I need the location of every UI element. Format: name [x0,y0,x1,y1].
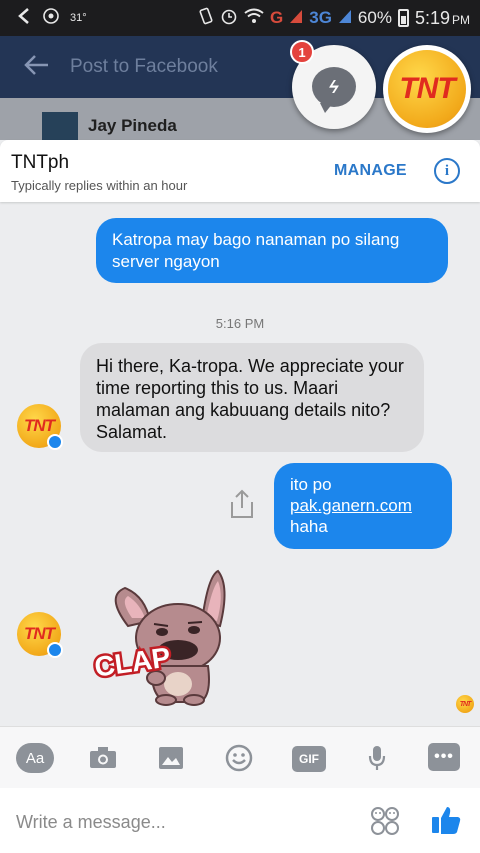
background-user-name: Jay Pineda [88,116,177,135]
clock: 5:19 PM [414,7,470,28]
status-bar: 31° G 3G 60% 5:19 PM [0,0,480,36]
background-avatar [42,112,78,140]
message-line: ito po [290,475,332,494]
message-link[interactable]: pak.ganern.com [290,495,436,516]
network-g-label: G [270,8,284,27]
share-icon[interactable] [228,488,256,525]
clap-dog-sticker[interactable]: CLAP [90,566,240,706]
tnt-chat-head[interactable]: TNT [383,45,471,133]
temperature: 31° [70,12,87,24]
emoji-icon[interactable] [222,743,256,773]
sticker-icon[interactable] [370,806,400,841]
back-arrow-icon [0,51,70,83]
tnt-logo: TNT [388,50,466,128]
more-options-button[interactable]: ••• [428,743,460,771]
chat-header: TNTph Typically replies within an hour [0,140,480,202]
messenger-badge-icon [47,434,63,450]
microphone-icon[interactable] [360,743,394,773]
read-receipt-avatar: TNT [456,695,474,713]
vibrate-icon [198,7,214,30]
timestamp: 5:16 PM [215,316,265,331]
page-avatar[interactable]: TNT [17,612,63,658]
outgoing-message-link[interactable]: ito po pak.ganern.com haha [274,463,452,549]
thumbs-up-icon[interactable] [430,804,462,841]
composer-toolbar: Aa GIF ••• [0,726,480,788]
wifi-icon [244,8,264,29]
camera-icon[interactable] [86,743,120,773]
message-line: haha [290,517,328,536]
signal-icon-2 [338,8,352,29]
text-format-button[interactable]: Aa [16,743,54,773]
message-input[interactable] [16,810,346,834]
compose-bar [0,788,480,853]
unread-badge: 1 [290,40,314,64]
outgoing-message[interactable]: Katropa may bago nanaman po silang serve… [96,218,448,283]
page-title[interactable]: TNTph [11,152,69,174]
messenger-badge-icon [47,642,63,658]
messenger-icon: ϟ [312,67,356,113]
back-arrow-status-icon [16,7,32,30]
page-avatar[interactable]: TNT [17,404,63,450]
alarm-icon [220,7,238,30]
sync-icon [42,7,60,30]
gif-button[interactable]: GIF [292,746,326,772]
info-icon[interactable]: i [434,158,460,184]
signal-icon-1 [289,8,303,29]
tnt-read-logo: TNT [456,695,474,713]
network-3g-label: 3G [309,8,332,27]
incoming-message[interactable]: Hi there, Ka-tropa. We appreciate your t… [80,343,424,452]
battery-icon [397,9,409,27]
gallery-icon[interactable] [154,743,188,773]
manage-button[interactable]: MANAGE [334,162,407,180]
background-app-title: Post to Facebook [70,56,218,77]
response-time: Typically replies within an hour [11,178,188,193]
battery-percent: 60% [357,8,392,27]
